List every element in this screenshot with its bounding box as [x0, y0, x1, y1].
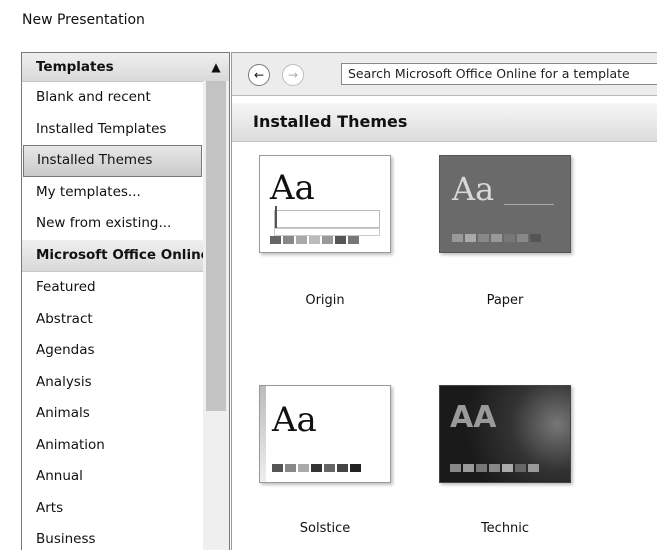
side-ornament-icon	[260, 386, 266, 482]
scrollbar-thumb[interactable]	[206, 81, 226, 411]
theme-solstice[interactable]: Aa Solstice	[259, 385, 391, 536]
category-new-from-existing[interactable]: New from existing...	[22, 208, 203, 240]
theme-preview-text: Aa	[452, 170, 495, 208]
title-underline-icon	[504, 204, 554, 205]
category-label: Arts	[36, 499, 64, 516]
category-scrollbar[interactable]	[203, 81, 229, 550]
back-button[interactable]: ←	[248, 64, 270, 86]
category-arts[interactable]: Arts	[22, 493, 203, 525]
color-swatches-icon	[272, 464, 361, 472]
theme-thumbnail: AA	[439, 385, 571, 483]
category-animation[interactable]: Animation	[22, 430, 203, 462]
themes-pane: ← → Search Microsoft Office Online for a…	[231, 52, 657, 550]
category-label: Installed Templates	[36, 120, 167, 137]
category-blank-and-recent[interactable]: Blank and recent	[22, 82, 203, 114]
placeholder-line-icon	[274, 228, 380, 236]
theme-name: Solstice	[299, 521, 351, 536]
accent-bar-icon	[275, 206, 277, 228]
category-list: Templates Blank and recent Installed Tem…	[22, 53, 210, 550]
category-business[interactable]: Business	[22, 524, 203, 550]
category-agendas[interactable]: Agendas	[22, 335, 203, 367]
color-swatches-icon	[452, 234, 541, 242]
category-label: New from existing...	[36, 215, 172, 231]
category-featured[interactable]: Featured	[22, 272, 203, 304]
theme-preview-text: AA	[450, 400, 497, 435]
category-label: Business	[36, 531, 96, 547]
forward-arrow-icon: →	[287, 68, 299, 82]
category-label: Analysis	[36, 373, 92, 390]
category-annual[interactable]: Annual	[22, 461, 203, 493]
section-title: Installed Themes	[253, 112, 408, 131]
category-header-templates[interactable]: Templates	[22, 53, 203, 82]
theme-name: Origin	[305, 293, 345, 308]
theme-thumbnail: Aa	[259, 385, 391, 483]
category-label: Animation	[36, 436, 105, 453]
category-label: My templates...	[36, 183, 141, 200]
chevron-up-icon: ▲	[211, 60, 221, 74]
category-header-office-online[interactable]: Microsoft Office Online	[22, 239, 210, 272]
category-analysis[interactable]: Analysis	[22, 367, 203, 399]
category-label: Animals	[36, 405, 90, 421]
category-installed-templates[interactable]: Installed Templates	[22, 114, 203, 146]
section-header: Installed Themes	[232, 103, 657, 142]
search-input[interactable]: Search Microsoft Office Online for a tem…	[341, 63, 657, 85]
theme-thumbnail: Aa	[439, 155, 571, 253]
color-swatches-icon	[270, 236, 359, 244]
forward-button[interactable]: →	[282, 64, 304, 86]
category-label: Agendas	[36, 342, 95, 358]
scroll-up-button[interactable]: ▲	[203, 53, 229, 82]
theme-paper[interactable]: Aa Paper	[439, 155, 571, 308]
theme-origin[interactable]: Aa Origin	[259, 155, 391, 308]
theme-technic[interactable]: AA Technic	[439, 385, 571, 536]
category-label: Blank and recent	[36, 89, 151, 105]
color-swatches-icon	[450, 464, 539, 472]
navigation-bar: ← → Search Microsoft Office Online for a…	[232, 53, 657, 96]
category-label: Abstract	[36, 310, 93, 327]
category-label: Microsoft Office Online	[36, 246, 210, 263]
theme-preview-text: Aa	[270, 168, 315, 208]
category-label: Templates	[36, 59, 114, 75]
theme-thumbnail: Aa	[259, 155, 391, 253]
category-installed-themes[interactable]: Installed Themes	[23, 145, 202, 177]
category-my-templates[interactable]: My templates...	[22, 177, 203, 209]
category-label: Installed Themes	[37, 152, 153, 168]
category-label: Annual	[36, 468, 83, 484]
category-label: Featured	[36, 279, 96, 295]
back-arrow-icon: ←	[253, 68, 265, 82]
window-title: New Presentation	[22, 12, 145, 28]
template-categories-pane: Templates Blank and recent Installed Tem…	[21, 52, 230, 550]
category-animals[interactable]: Animals	[22, 398, 203, 430]
theme-name: Paper	[486, 293, 524, 308]
category-abstract[interactable]: Abstract	[22, 304, 203, 336]
placeholder-box-icon	[274, 210, 380, 228]
theme-preview-text: Aa	[272, 400, 317, 440]
theme-name: Technic	[480, 521, 530, 536]
